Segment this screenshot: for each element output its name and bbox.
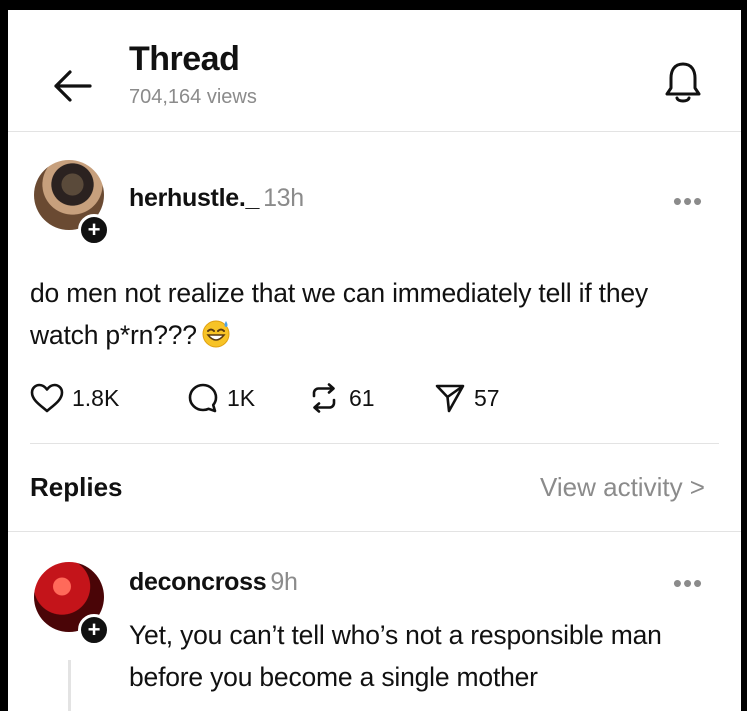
bell-icon[interactable] xyxy=(661,58,705,106)
post-divider xyxy=(30,443,719,444)
thread-line xyxy=(68,660,71,711)
reply-username[interactable]: deconcross xyxy=(129,568,267,596)
page-title: Thread xyxy=(129,40,240,78)
repost-button[interactable]: 61 xyxy=(307,378,375,418)
comment-button[interactable]: 1K xyxy=(187,378,255,418)
view-count: 704,164 views xyxy=(129,86,257,108)
post-time: 13h xyxy=(263,184,304,212)
more-options-icon[interactable]: ••• xyxy=(666,570,710,596)
follow-plus-icon[interactable]: + xyxy=(78,214,110,246)
post-author[interactable]: herhustle._ 13h xyxy=(129,184,304,213)
back-arrow-icon[interactable] xyxy=(50,66,94,106)
comment-count: 1K xyxy=(227,384,256,411)
follow-plus-icon[interactable]: + xyxy=(78,614,110,646)
share-count: 57 xyxy=(474,384,500,411)
replies-label: Replies xyxy=(30,472,123,502)
thread-screen: Thread 704,164 views + herhustle._ 13h ••… xyxy=(8,10,741,711)
post-body: do men not realize that we can immediate… xyxy=(30,272,710,360)
share-button[interactable]: 57 xyxy=(434,378,500,418)
grinning-sweat-emoji-icon xyxy=(201,318,231,360)
reply-time: 9h xyxy=(270,568,298,596)
like-button[interactable]: 1.8K xyxy=(30,378,119,418)
view-activity-link[interactable]: View activity > xyxy=(540,472,705,503)
post-text: do men not realize that we can immediate… xyxy=(30,278,648,350)
replies-divider xyxy=(8,531,741,532)
more-options-icon[interactable]: ••• xyxy=(666,188,710,214)
reply-body: Yet, you can’t tell who’s not a responsi… xyxy=(129,620,662,692)
username[interactable]: herhustle._ xyxy=(129,184,259,212)
header-divider xyxy=(8,131,741,132)
reply-author[interactable]: deconcross 9h xyxy=(129,568,298,597)
repost-count: 61 xyxy=(349,384,375,411)
like-count: 1.8K xyxy=(72,384,120,411)
